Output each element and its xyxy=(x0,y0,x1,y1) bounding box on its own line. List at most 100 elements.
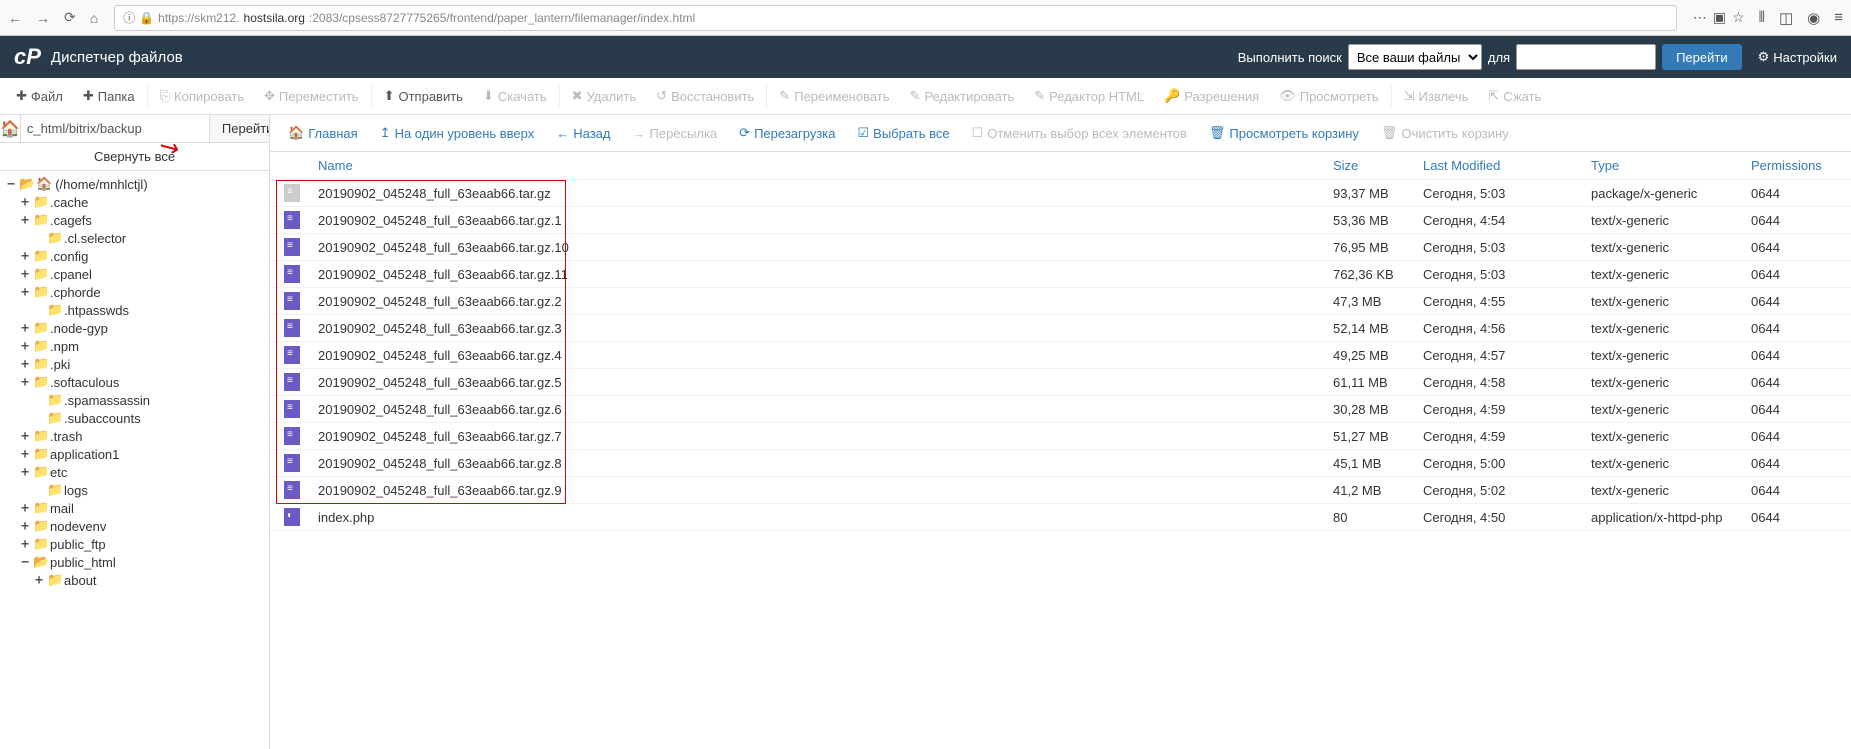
collapse-all-button[interactable]: Свернуть все ↘ xyxy=(0,143,269,171)
rename-button[interactable]: ✎Переименовать xyxy=(769,82,899,110)
delete-button[interactable]: ✖Удалить xyxy=(562,82,647,110)
table-row[interactable]: index.php80Сегодня, 4:50application/x-ht… xyxy=(270,504,1851,531)
tree-node[interactable]: +📁etc xyxy=(6,463,269,481)
tree-node[interactable]: +📁.cphorde xyxy=(6,283,269,301)
menu-icon[interactable]: ≡ xyxy=(1834,9,1843,26)
path-home-button[interactable]: 🏠 xyxy=(0,115,21,142)
download-button[interactable]: ⬇Скачать xyxy=(473,82,557,110)
tree-root[interactable]: − 📂 🏠 (/home/mnhlctjl) xyxy=(6,175,269,193)
toggle-icon[interactable]: + xyxy=(20,339,30,354)
tree-node[interactable]: +📁mail xyxy=(6,499,269,517)
toggle-icon[interactable]: + xyxy=(20,213,30,228)
tree-node[interactable]: −📂public_html xyxy=(6,553,269,571)
search-input[interactable] xyxy=(1516,44,1656,70)
toggle-icon[interactable]: + xyxy=(20,501,30,516)
tree-node[interactable]: +📁application1 xyxy=(6,445,269,463)
search-scope-select[interactable]: Все ваши файлы xyxy=(1348,44,1482,70)
table-row[interactable]: 20190902_045248_full_63eaab66.tar.gz.751… xyxy=(270,423,1851,450)
ab-forward[interactable]: →Пересылка xyxy=(623,121,728,145)
tree-node[interactable]: +📁.config xyxy=(6,247,269,265)
view-button[interactable]: 👁Просмотреть xyxy=(1269,82,1388,110)
tree-node[interactable]: +📁.node-gyp xyxy=(6,319,269,337)
folder-button[interactable]: ✚Папка xyxy=(73,82,145,110)
table-row[interactable]: 20190902_045248_full_63eaab66.tar.gz.845… xyxy=(270,450,1851,477)
tree-node[interactable]: 📁.subaccounts xyxy=(6,409,269,427)
tree-node[interactable]: +📁about xyxy=(6,571,269,589)
toggle-icon[interactable]: + xyxy=(20,537,30,552)
col-modified[interactable]: Last Modified xyxy=(1423,158,1591,173)
toggle-icon[interactable]: + xyxy=(20,429,30,444)
compress-button[interactable]: ⇱Сжать xyxy=(1478,82,1551,110)
toggle-icon[interactable]: + xyxy=(34,573,44,588)
toggle-icon[interactable]: + xyxy=(20,357,30,372)
col-size[interactable]: Size xyxy=(1333,158,1423,173)
toggle-icon[interactable]: + xyxy=(20,375,30,390)
toggle-icon[interactable]: + xyxy=(20,267,30,282)
copy-button[interactable]: ⎘Копировать xyxy=(150,82,254,110)
more-icon[interactable]: ⋯ xyxy=(1693,9,1707,26)
toggle-icon[interactable] xyxy=(34,231,44,246)
file-button[interactable]: ✚Файл xyxy=(6,82,73,110)
move-button[interactable]: ✥Переместить xyxy=(254,82,369,110)
ab-home[interactable]: 🏠Главная xyxy=(278,121,368,145)
ab-view-trash[interactable]: 🗑Просмотреть корзину xyxy=(1199,121,1369,145)
table-row[interactable]: 20190902_045248_full_63eaab66.tar.gz.117… xyxy=(270,261,1851,288)
ab-deselect-all[interactable]: ☐Отменить выбор всех элементов xyxy=(962,121,1197,145)
ab-back[interactable]: ←Назад xyxy=(546,121,620,145)
toggle-icon[interactable]: + xyxy=(20,465,30,480)
tree-node[interactable]: 📁.spamassassin xyxy=(6,391,269,409)
table-row[interactable]: 20190902_045248_full_63eaab66.tar.gz.153… xyxy=(270,207,1851,234)
toggle-icon[interactable] xyxy=(34,393,44,408)
tree-node[interactable]: +📁.cpanel xyxy=(6,265,269,283)
home-icon[interactable]: ⌂ xyxy=(90,10,98,26)
tree-node[interactable]: +📁.softaculous xyxy=(6,373,269,391)
toggle-icon[interactable] xyxy=(34,411,44,426)
tree-node[interactable]: +📁.trash xyxy=(6,427,269,445)
ab-reload[interactable]: ⟳Перезагрузка xyxy=(729,121,845,145)
table-row[interactable]: 20190902_045248_full_63eaab66.tar.gz.449… xyxy=(270,342,1851,369)
toggle-icon[interactable]: + xyxy=(20,249,30,264)
toggle-icon[interactable]: + xyxy=(20,285,30,300)
tree-node[interactable]: +📁nodevenv xyxy=(6,517,269,535)
bookmark-icon[interactable]: ☆ xyxy=(1732,9,1745,26)
table-row[interactable]: 20190902_045248_full_63eaab66.tar.gz.107… xyxy=(270,234,1851,261)
extract-button[interactable]: ⇲Извлечь xyxy=(1394,82,1479,110)
col-type[interactable]: Type xyxy=(1591,158,1751,173)
reload-icon[interactable]: ⟳ xyxy=(64,9,76,26)
toggle-icon[interactable] xyxy=(34,303,44,318)
col-name[interactable]: Name xyxy=(314,158,1333,173)
back-icon[interactable]: ← xyxy=(8,10,22,26)
table-row[interactable]: 20190902_045248_full_63eaab66.tar.gz.352… xyxy=(270,315,1851,342)
upload-button[interactable]: ⬆Отправить xyxy=(374,82,473,110)
toggle-icon[interactable]: − xyxy=(20,555,30,570)
forward-icon[interactable]: → xyxy=(36,10,50,26)
settings-button[interactable]: ⚙ Настройки xyxy=(1758,49,1837,65)
tree-node[interactable]: 📁.htpasswds xyxy=(6,301,269,319)
toggle-icon[interactable]: + xyxy=(20,195,30,210)
permissions-button[interactable]: 🔑Разрешения xyxy=(1154,82,1269,110)
reader-icon[interactable]: ▣ xyxy=(1713,9,1726,26)
tree-node[interactable]: +📁.cagefs xyxy=(6,211,269,229)
tree-node[interactable]: +📁public_ftp xyxy=(6,535,269,553)
table-row[interactable]: 20190902_045248_full_63eaab66.tar.gz.630… xyxy=(270,396,1851,423)
edit-button[interactable]: ✎Редактировать xyxy=(900,82,1025,110)
ab-select-all[interactable]: ☑Выбрать все xyxy=(848,121,960,145)
tree-node[interactable]: 📁.cl.selector xyxy=(6,229,269,247)
table-row[interactable]: 20190902_045248_full_63eaab66.tar.gz.941… xyxy=(270,477,1851,504)
table-row[interactable]: 20190902_045248_full_63eaab66.tar.gz.561… xyxy=(270,369,1851,396)
table-row[interactable]: 20190902_045248_full_63eaab66.tar.gz93,3… xyxy=(270,180,1851,207)
ab-up[interactable]: ↥На один уровень вверх xyxy=(370,121,545,145)
library-icon[interactable]: ⫴ xyxy=(1759,9,1765,26)
extension-icon[interactable]: ◉ xyxy=(1807,9,1820,27)
sidebar-icon[interactable]: ◫ xyxy=(1779,9,1793,27)
tree-node[interactable]: +📁.pki xyxy=(6,355,269,373)
ab-empty-trash[interactable]: 🗑Очистить корзину xyxy=(1371,121,1519,145)
tree-node[interactable]: 📁logs xyxy=(6,481,269,499)
tree-node[interactable]: +📁.npm xyxy=(6,337,269,355)
path-go-button[interactable]: Перейти xyxy=(209,115,270,142)
toggle-icon[interactable]: + xyxy=(20,519,30,534)
url-bar[interactable]: ⓘ 🔒 https://skm212.hostsila.org:2083/cps… xyxy=(114,5,1677,31)
restore-button[interactable]: ↺Восстановить xyxy=(646,82,764,110)
search-go-button[interactable]: Перейти xyxy=(1662,44,1742,70)
toggle-icon[interactable]: + xyxy=(20,447,30,462)
